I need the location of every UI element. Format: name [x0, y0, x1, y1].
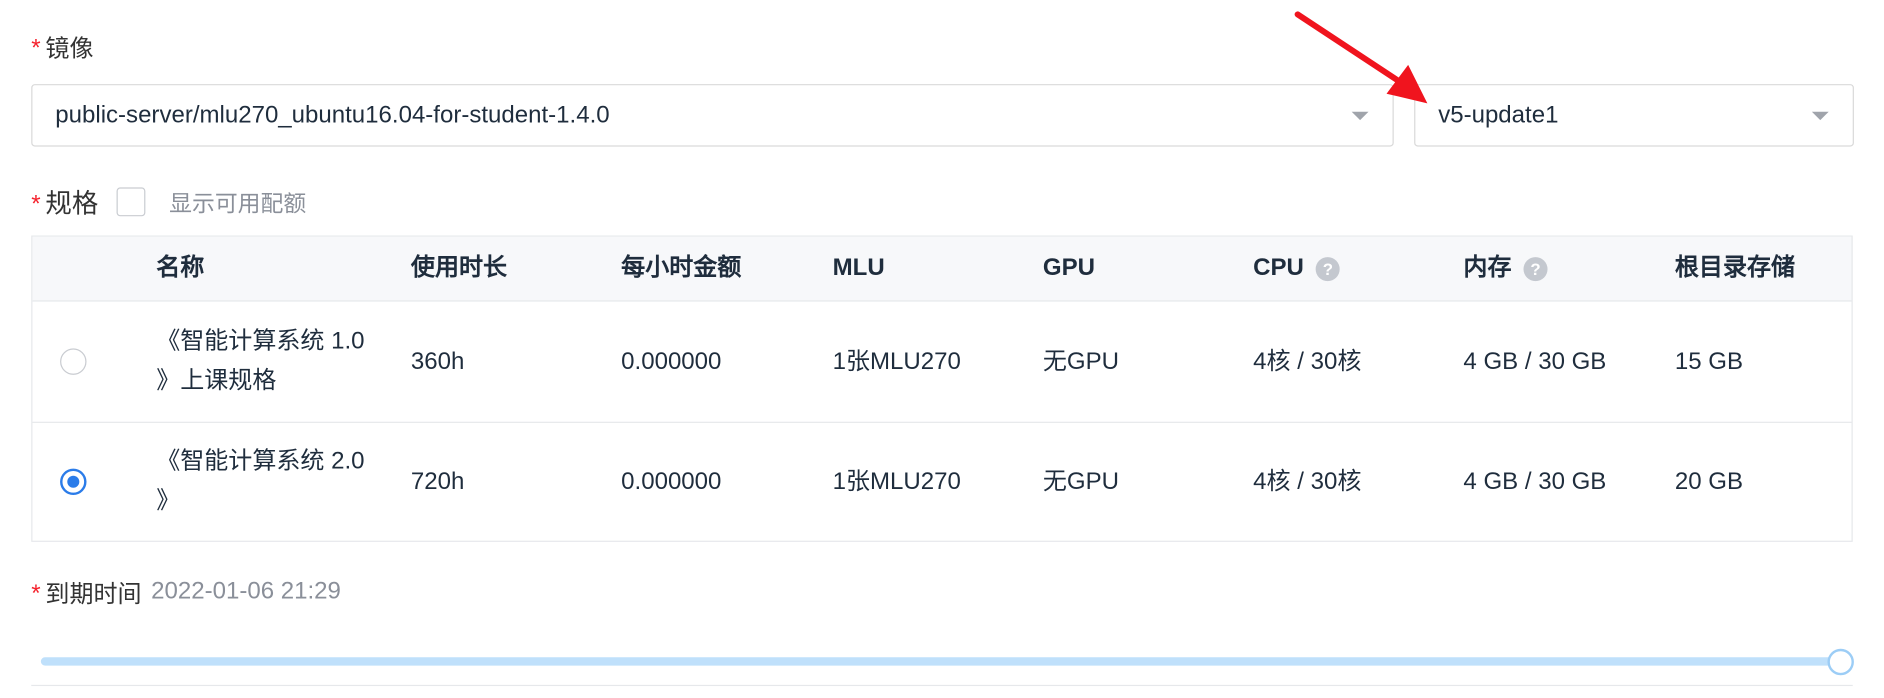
column-header-hourly-price: 每小时金额 — [621, 254, 742, 282]
table-header: 名称 使用时长 每小时金额 MLU GPU CPU ? 内存 ? 根目录存储 — [32, 236, 1852, 302]
red-arrow-icon — [1294, 11, 1428, 104]
column-header-gpu: GPU — [1042, 254, 1095, 282]
column-header-storage: 根目录存储 — [1674, 254, 1796, 282]
spec-mlu: 1张MLU270 — [832, 467, 961, 495]
tag-select[interactable]: v5-update1 — [1414, 84, 1854, 147]
required-mark: * — [31, 580, 41, 607]
question-circle-icon[interactable]: ? — [1523, 256, 1548, 281]
spec-hourly-price: 0.000000 — [621, 347, 722, 375]
spec-radio[interactable] — [60, 468, 87, 496]
column-header-name: 名称 — [156, 254, 205, 282]
expiry-slider-handle[interactable] — [1827, 648, 1854, 676]
show-quota-checkbox[interactable] — [116, 187, 146, 217]
spec-cpu: 4核 / 30核 — [1253, 347, 1362, 375]
spec-table: 名称 使用时长 每小时金额 MLU GPU CPU ? 内存 ? 根目录存储 《… — [31, 235, 1853, 542]
column-header-mlu: MLU — [832, 254, 885, 282]
question-circle-icon[interactable]: ? — [1315, 256, 1340, 281]
column-header-cpu: CPU ? — [1253, 237, 1340, 301]
row-select-cell[interactable] — [59, 423, 131, 541]
spec-gpu: 无GPU — [1042, 347, 1120, 375]
expiry-value: 2022-01-06 21:29 — [151, 577, 341, 605]
show-quota-label[interactable]: 显示可用配额 — [169, 186, 306, 218]
spec-radio[interactable] — [60, 348, 87, 375]
spec-field-label-row: * 规格 显示可用配额 — [31, 183, 306, 221]
image-field-label: 镜像 — [45, 36, 94, 63]
table-row[interactable]: 《智能计算系统 2.0 》 720h 0.000000 1张MLU270 无GP… — [32, 423, 1851, 541]
spec-duration: 360h — [410, 347, 465, 375]
image-field-label-row: * 镜像 — [31, 29, 93, 64]
column-header-memory-label: 内存 — [1463, 254, 1512, 282]
row-select-cell[interactable] — [59, 302, 131, 422]
spec-storage: 20 GB — [1674, 467, 1744, 495]
table-row[interactable]: 《智能计算系统 1.0 》上课规格 360h 0.000000 1张MLU270… — [32, 302, 1852, 423]
spec-storage: 15 GB — [1674, 347, 1744, 375]
spec-memory: 4 GB / 30 GB — [1463, 347, 1607, 375]
expiry-field-label-row: * 到期时间 2022-01-06 21:29 — [31, 574, 341, 609]
expiry-slider-track[interactable] — [40, 657, 1841, 666]
column-header-memory: 内存 ? — [1463, 237, 1631, 301]
column-header-duration: 使用时长 — [410, 254, 508, 282]
required-mark: * — [31, 34, 41, 62]
spec-name: 《智能计算系统 1.0 》上课规格 — [156, 328, 365, 395]
image-select-value: public-server/mlu270_ubuntu16.04-for-stu… — [55, 101, 610, 128]
image-select[interactable]: public-server/mlu270_ubuntu16.04-for-stu… — [31, 84, 1394, 147]
spec-memory: 4 GB / 30 GB — [1463, 467, 1607, 495]
spec-gpu: 无GPU — [1042, 467, 1120, 495]
expiry-field-label: 到期时间 — [45, 581, 142, 608]
divider — [31, 684, 1853, 687]
spec-mlu: 1张MLU270 — [832, 347, 961, 375]
spec-cpu: 4核 / 30核 — [1253, 467, 1362, 495]
caret-down-icon — [1811, 111, 1829, 121]
spec-name: 《智能计算系统 2.0 》 — [156, 448, 365, 515]
spec-hourly-price: 0.000000 — [621, 467, 722, 495]
form-stage: * 镜像 public-server/mlu270_ubuntu16.04-fo… — [0, 0, 1884, 698]
tag-select-value: v5-update1 — [1438, 101, 1559, 128]
spec-duration: 720h — [410, 467, 465, 495]
column-header-cpu-label: CPU — [1253, 254, 1304, 282]
spec-field-label: 规格 — [45, 188, 99, 219]
required-mark: * — [31, 190, 41, 217]
